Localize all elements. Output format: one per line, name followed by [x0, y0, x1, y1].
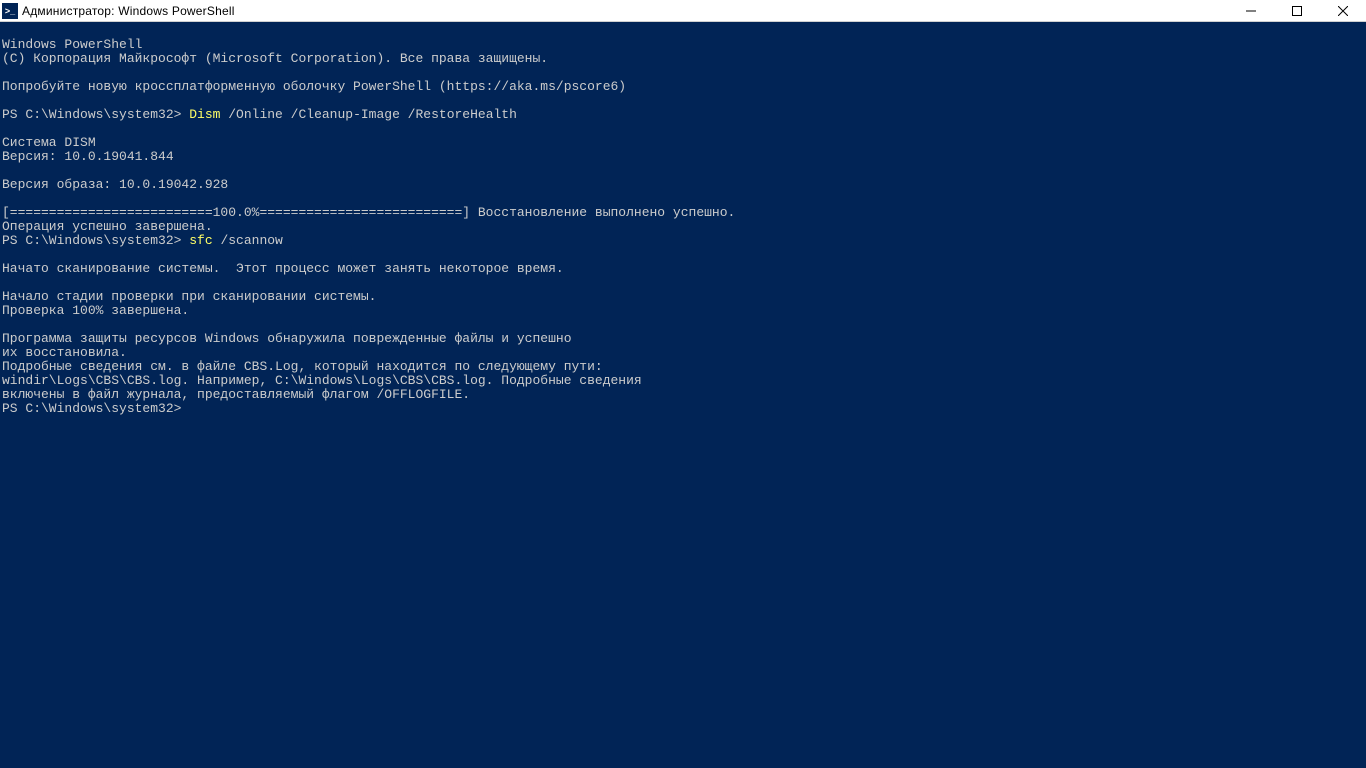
output-line: (C) Корпорация Майкрософт (Microsoft Cor… [2, 51, 548, 66]
powershell-icon: >_ [2, 3, 18, 19]
output-line: Подробные сведения см. в файле CBS.Log, … [2, 359, 603, 374]
close-button[interactable] [1320, 0, 1366, 21]
output-line: включены в файл журнала, предоставляемый… [2, 387, 470, 402]
output-line: Версия: 10.0.19041.844 [2, 149, 174, 164]
output-line: Проверка 100% завершена. [2, 303, 189, 318]
command-args: /scannow [213, 233, 283, 248]
vertical-scrollbar[interactable] [1349, 22, 1366, 768]
output-line: Cистема DISM [2, 135, 96, 150]
output-line: Операция успешно завершена. [2, 219, 213, 234]
window-title: Администратор: Windows PowerShell [22, 4, 235, 18]
progress-line: [==========================100.0%=======… [2, 205, 735, 220]
window-titlebar[interactable]: >_ Администратор: Windows PowerShell [0, 0, 1366, 22]
terminal-output: Windows PowerShell (C) Корпорация Майкро… [2, 38, 1366, 416]
command-name: Dism [189, 107, 220, 122]
prompt: PS C:\Windows\system32> [2, 107, 189, 122]
minimize-button[interactable] [1228, 0, 1274, 21]
output-line: Начато сканирование системы. Этот процес… [2, 261, 564, 276]
window-controls [1228, 0, 1366, 21]
prompt-current[interactable]: PS C:\Windows\system32> [2, 401, 181, 416]
terminal-area[interactable]: Windows PowerShell (C) Корпорация Майкро… [0, 22, 1366, 768]
output-line: Версия образа: 10.0.19042.928 [2, 177, 228, 192]
command-args: /Online /Cleanup-Image /RestoreHealth [220, 107, 516, 122]
scrollbar-track[interactable] [1349, 22, 1366, 768]
prompt: PS C:\Windows\system32> [2, 233, 189, 248]
output-line: Программа защиты ресурсов Windows обнару… [2, 331, 572, 346]
output-line: windir\Logs\CBS\CBS.log. Например, C:\Wi… [2, 373, 642, 388]
output-line: Windows PowerShell [2, 37, 142, 52]
output-line: Начало стадии проверки при сканировании … [2, 289, 376, 304]
output-line: их восстановила. [2, 345, 127, 360]
maximize-button[interactable] [1274, 0, 1320, 21]
command-name: sfc [189, 233, 212, 248]
output-line: Попробуйте новую кроссплатформенную обол… [2, 79, 626, 94]
